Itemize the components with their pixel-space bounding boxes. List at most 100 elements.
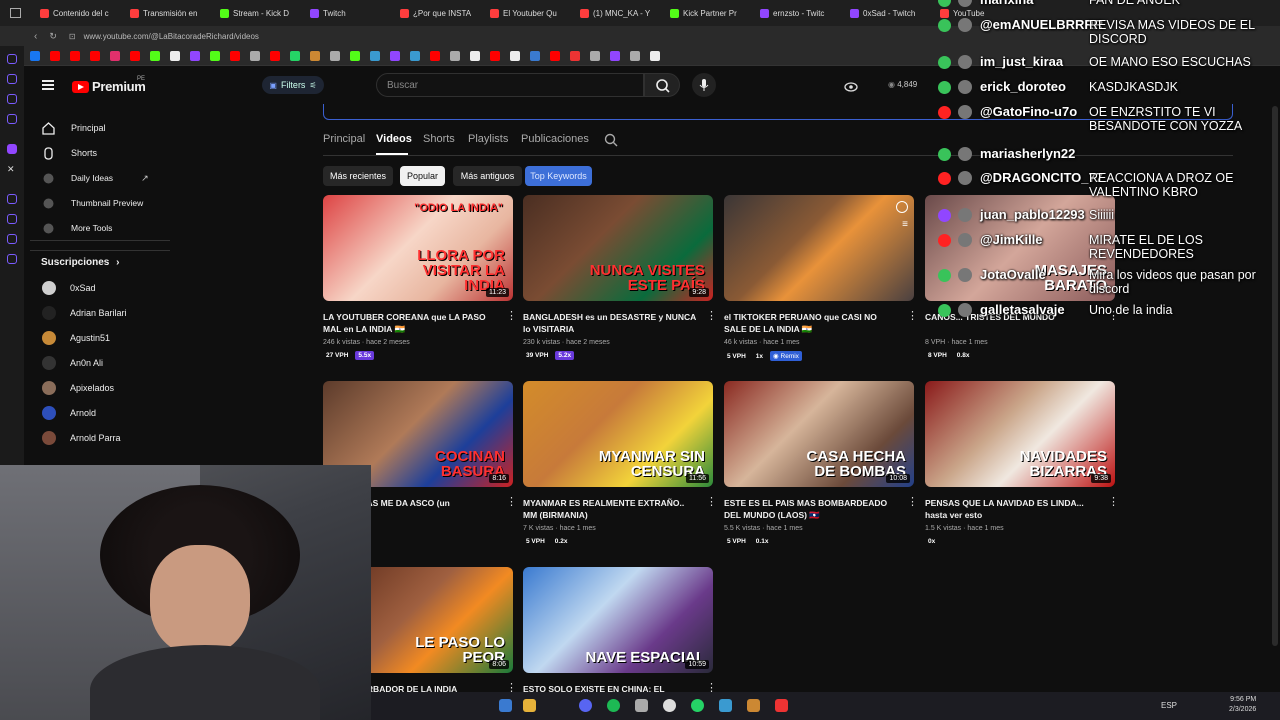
bookmark-icon[interactable] xyxy=(570,50,580,61)
back-icon[interactable]: ‹ xyxy=(34,31,37,42)
taskbar-app-icon[interactable] xyxy=(719,699,732,712)
bookmark-icon[interactable] xyxy=(390,50,400,61)
more-actions-icon[interactable] xyxy=(907,309,918,322)
video-card[interactable]: CASA HECHA DE BOMBAS 10:08 ESTE ES EL PAIS… xyxy=(724,381,918,545)
sidebar-app-icon[interactable] xyxy=(7,94,17,104)
video-title[interactable]: BANGLADESH es un DESASTRE y NUNCA lo VIS… xyxy=(523,311,699,335)
video-thumbnail[interactable]: NUNCA VISITES ESTE PAÍS 9:28 xyxy=(523,195,713,301)
hamburger-menu-icon[interactable] xyxy=(42,80,54,90)
browser-tab[interactable]: Contenido del c xyxy=(34,3,120,23)
sidebar-app-icon[interactable] xyxy=(7,214,17,224)
video-title[interactable]: MYANMAR ES REALMENTE EXTRAÑO.. MM (BIRMA… xyxy=(523,497,699,521)
more-actions-icon[interactable] xyxy=(706,309,717,322)
watch-later-icon[interactable] xyxy=(896,201,908,213)
sidebar-item-shorts[interactable]: Shorts xyxy=(24,142,180,164)
bookmark-icon[interactable] xyxy=(90,50,100,61)
sidebar-subscription[interactable]: Agustin51 xyxy=(24,327,180,349)
sidebar-subscription[interactable]: Adrian Barilari xyxy=(24,302,180,324)
bookmark-icon[interactable] xyxy=(170,50,180,61)
bookmark-icon[interactable] xyxy=(490,50,500,61)
sidebar-app-icon[interactable] xyxy=(7,234,17,244)
add-to-queue-icon[interactable]: ≡ xyxy=(902,219,908,230)
sidebar-item-principal[interactable]: Principal xyxy=(24,117,180,139)
browser-tab[interactable]: Twitch xyxy=(304,3,390,23)
chip-más-recientes[interactable]: Más recientes xyxy=(323,166,393,186)
browser-tab[interactable]: Kick Partner Pr xyxy=(664,3,750,23)
video-title[interactable]: PENSAS QUE LA NAVIDAD ES LINDA... hasta … xyxy=(925,497,1101,521)
video-card[interactable]: MYANMAR SIN CENSURA 11:56 MYANMAR ES REALM… xyxy=(523,381,717,545)
bookmark-icon[interactable] xyxy=(610,50,620,61)
more-actions-icon[interactable] xyxy=(706,495,717,508)
start-icon[interactable] xyxy=(499,699,512,712)
video-thumbnail[interactable]: NAVIDADES BIZARRAS 9:38 xyxy=(925,381,1115,487)
bookmark-icon[interactable] xyxy=(110,50,120,61)
video-card[interactable]: NAVE ESPACIAL 10:59 ESTO SOLO EXISTE EN CH… xyxy=(523,567,717,706)
reload-icon[interactable]: ↻ xyxy=(49,31,57,42)
sidebar-item-more-tools[interactable]: More Tools xyxy=(24,217,180,239)
tab-videos[interactable]: Videos xyxy=(376,133,412,145)
bookmark-icon[interactable] xyxy=(190,50,200,61)
taskbar-app-icon[interactable] xyxy=(747,699,760,712)
bookmark-icon[interactable] xyxy=(310,50,320,61)
bookmark-icon[interactable] xyxy=(290,50,300,61)
discord-icon[interactable] xyxy=(579,699,592,712)
chip-popular[interactable]: Popular xyxy=(400,166,445,186)
bookmark-icon[interactable] xyxy=(350,50,360,61)
tab-principal[interactable]: Principal xyxy=(323,133,365,145)
video-title[interactable]: LA YOUTUBER COREANA que LA PASO MAL en L… xyxy=(323,311,499,335)
sidebar-app-icon[interactable] xyxy=(7,54,17,64)
video-card[interactable]: NUNCA VISITES ESTE PAÍS 9:28 BANGLADESH es… xyxy=(523,195,717,360)
browser-tab[interactable]: El Youtuber Qu xyxy=(484,3,570,23)
sidebar-app-icon[interactable] xyxy=(7,194,17,204)
youtube-premium-logo[interactable]: Premium PE xyxy=(72,76,146,94)
bookmark-icon[interactable] xyxy=(510,50,520,61)
bookmark-icon[interactable] xyxy=(550,50,560,61)
tab-shorts[interactable]: Shorts xyxy=(423,133,455,145)
voice-search-button[interactable] xyxy=(692,73,716,97)
sidebar-subscription[interactable]: Apixelados xyxy=(24,377,180,399)
bookmark-icon[interactable] xyxy=(230,50,240,61)
video-card[interactable]: NAVIDADES BIZARRAS 9:38 PENSAS QUE LA NAVI… xyxy=(925,381,1119,545)
browser-tab[interactable]: Stream - Kick D xyxy=(214,3,300,23)
eye-icon[interactable] xyxy=(844,79,858,92)
tab-playlists[interactable]: Playlists xyxy=(468,133,508,145)
video-card[interactable]: "ODIO LA INDIA" LLORA POR VISITAR LA INDI… xyxy=(323,195,517,360)
more-actions-icon[interactable] xyxy=(1108,495,1119,508)
channel-search-icon[interactable] xyxy=(604,133,618,152)
twitch-icon[interactable] xyxy=(7,144,17,154)
bookmark-icon[interactable] xyxy=(270,50,280,61)
bookmark-icon[interactable] xyxy=(590,50,600,61)
more-actions-icon[interactable] xyxy=(506,495,517,508)
filters-button[interactable]: ▣ Filters ⚟ xyxy=(262,76,324,94)
sidebar-item-daily-ideas[interactable]: Daily Ideas ↗ xyxy=(24,167,180,189)
bookmark-icon[interactable] xyxy=(430,50,440,61)
video-thumbnail[interactable]: NAVE ESPACIAL 10:59 xyxy=(523,567,713,673)
video-thumbnail[interactable]: "ODIO LA INDIA" LLORA POR VISITAR LA INDI… xyxy=(323,195,513,301)
browser-tab[interactable]: ¿Por que INSTA xyxy=(394,3,480,23)
video-thumbnail[interactable]: CASA HECHA DE BOMBAS 10:08 xyxy=(724,381,914,487)
bookmark-icon[interactable] xyxy=(450,50,460,61)
x-icon[interactable]: ✕ xyxy=(7,164,17,174)
sidebar-item-thumbnail-preview[interactable]: Thumbnail Preview xyxy=(24,192,180,214)
browser-tab[interactable]: (1) MNC_KA - Y xyxy=(574,3,660,23)
bookmark-icon[interactable] xyxy=(70,50,80,61)
more-actions-icon[interactable] xyxy=(907,495,918,508)
more-actions-icon[interactable] xyxy=(506,309,517,322)
chip-más-antiguos[interactable]: Más antiguos xyxy=(453,166,522,186)
taskbar-app-icon[interactable] xyxy=(775,699,788,712)
chip-top-keywords[interactable]: Top Keywords xyxy=(525,166,592,186)
video-card[interactable]: ≡ el TIKTOKER PERUANO que CASI NO SALE DE… xyxy=(724,195,918,361)
bookmark-icon[interactable] xyxy=(370,50,380,61)
sidebar-app-icon[interactable] xyxy=(7,114,17,124)
url-field[interactable]: www.youtube.com/@LaBitacoradeRichard/vid… xyxy=(84,32,259,41)
bookmark-icon[interactable] xyxy=(50,50,60,61)
sidebar-subscription[interactable]: 0xSad xyxy=(24,277,180,299)
sidebar-app-icon[interactable] xyxy=(7,74,17,84)
taskbar-app-icon[interactable] xyxy=(635,699,648,712)
bookmark-icon[interactable] xyxy=(470,50,480,61)
file-explorer-icon[interactable] xyxy=(523,699,536,712)
bookmark-icon[interactable] xyxy=(650,50,660,61)
clock[interactable]: 9:56 PM 2/3/2026 xyxy=(1229,695,1256,715)
tab-actions-icon[interactable] xyxy=(0,3,30,23)
bookmark-icon[interactable] xyxy=(530,50,540,61)
